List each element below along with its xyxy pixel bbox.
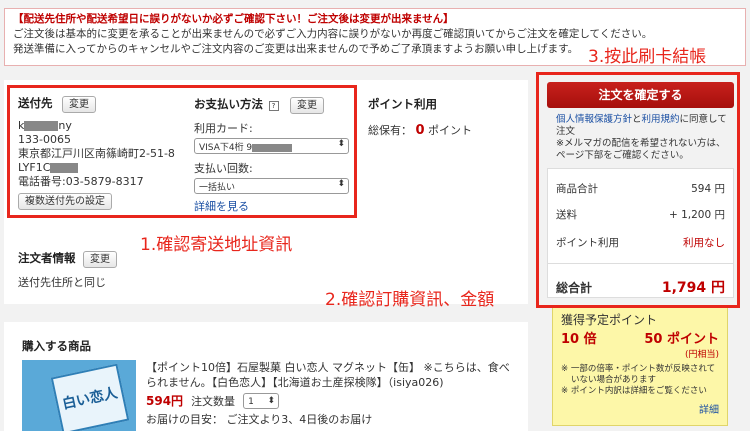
reward-note-2: ※ ポイント内訳は詳細をご覧ください [561,386,707,396]
orderer-change-button[interactable]: 変更 [83,251,117,268]
qty-label: 注文数量 [191,394,236,408]
reward-points-sub: (円相当) [684,350,719,360]
items-title: 購入する商品 [22,339,91,353]
annotation-box-address [7,85,357,218]
points-held-value: 0 [415,123,425,138]
reward-note-1: ※ 一部の倍率・ポイント数が反映されて [561,364,716,374]
orderer-section: 注文者情報 変更 送付先住所と同じ [18,250,117,290]
points-use-section: ポイント利用 総保有： 0 ポイント [368,96,472,138]
annotation-step-1: 1.確認寄送地址資訊 [140,235,293,255]
reward-rate: 10 倍 [561,332,597,347]
reward-note-1b: いない場合があります [571,375,657,385]
product-price: 594円 [146,393,184,408]
notice-line-1: ご注文後は基本的に変更を承ることが出来ませんので必ずご入力内容に誤りがないか再度… [13,28,653,40]
product-info: 【ポイント10倍】石屋製菓 白い恋人 マグネット【缶】 ※こちらは、食べ られま… [146,360,516,427]
reward-detail-link[interactable]: 詳細 [561,401,719,416]
annotation-box-order [536,72,740,308]
qty-value: 1 [248,397,254,407]
annotation-step-3: 3.按此刷卡結帳 [588,47,707,67]
reward-points-box: 獲得予定ポイント 10 倍 50 ポイント (円相当) ※ 一部の倍率・ポイント… [552,306,728,426]
points-held-label: 総保有： [368,124,412,137]
orderer-text: 送付先住所と同じ [18,276,106,289]
qty-select[interactable]: 1 ⬍ [243,393,280,409]
delivery-estimate: お届けの目安： ご注文より3、4日後のお届け [146,413,373,426]
product-image-label: 白い恋人 [50,363,130,431]
orderer-title: 注文者情報 [18,251,76,265]
notice-warning: 【配送先住所や配送希望日に誤りがないか必ずご確認下さい！ご注文後は変更が出来ませ… [13,13,454,25]
select-arrow-icon: ⬍ [267,396,276,406]
reward-title: 獲得予定ポイント [561,313,658,327]
annotation-step-2: 2.確認訂購資訊、金額 [325,290,495,310]
product-name-line-1[interactable]: 【ポイント10倍】石屋製菓 白い恋人 マグネット【缶】 ※こちらは、食べ [146,360,516,375]
product-name-line-2[interactable]: られません。【白色恋人】【北海道お土産探検隊】（isiya026) [146,375,516,390]
reward-points: 50 ポイント [644,332,719,347]
points-use-title: ポイント利用 [368,97,437,111]
product-image[interactable]: 白い恋人 [22,360,136,431]
points-held-unit: ポイント [428,124,473,137]
